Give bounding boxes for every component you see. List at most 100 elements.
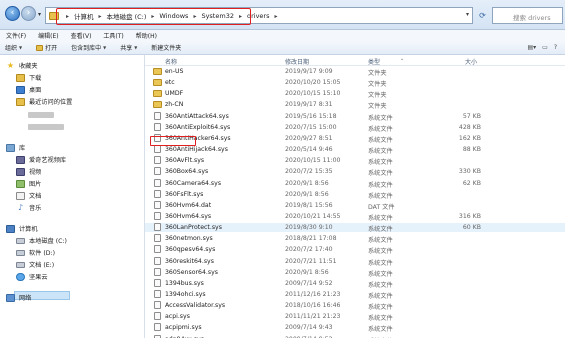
file-row[interactable]: 360Box64.sys 2020/7/2 15:35 系统文件 330 KB xyxy=(145,167,565,177)
file-name: 1394ohci.sys xyxy=(165,291,206,298)
nav-drive-e-label: 文档 (E:) xyxy=(29,262,55,269)
recent-pages-dropdown[interactable]: ▾ xyxy=(38,11,41,18)
file-row[interactable]: zh-CN 2019/9/17 8:31 文件夹 xyxy=(145,100,565,110)
search-input[interactable]: 搜索 drivers xyxy=(492,7,563,24)
new-folder-button[interactable]: 新建文件夹 xyxy=(151,43,181,52)
nav-aiqiyi[interactable]: 爱奇艺视频库 xyxy=(16,155,66,164)
breadcrumb-windows[interactable]: Windows xyxy=(157,12,190,20)
file-type: 系统文件 xyxy=(368,136,393,144)
nav-drive-c[interactable]: 本地磁盘 (C:) xyxy=(16,236,67,245)
address-bar[interactable]: ▸ 计算机 ▸ 本地磁盘 (C:) ▸ Windows ▸ System32 ▸… xyxy=(45,7,473,24)
file-row[interactable]: acpipmi.sys 2009/7/14 9:43 系统文件 xyxy=(145,323,565,333)
menu-file[interactable]: 文件(F) xyxy=(6,31,26,40)
file-row[interactable]: 360reskit64.sys 2020/7/21 11:51 系统文件 xyxy=(145,256,565,267)
column-size[interactable]: 大小 xyxy=(465,57,477,66)
file-icon xyxy=(154,200,161,209)
breadcrumb-computer[interactable]: 计算机 xyxy=(72,11,96,21)
menu-view[interactable]: 查看(V) xyxy=(71,31,92,40)
nav-pictures[interactable]: 图片 xyxy=(16,179,41,188)
file-name: 360AntiExploit64.sys xyxy=(165,123,231,131)
file-size: 162 KB xyxy=(458,134,481,142)
nav-drive-e[interactable]: 文档 (E:) xyxy=(16,260,54,269)
column-date[interactable]: 修改日期 xyxy=(285,57,309,66)
file-row[interactable]: 360Sensor64.sys 2020/9/1 8:56 系统文件 xyxy=(145,267,565,278)
file-date: 2020/10/15 11:00 xyxy=(285,157,341,165)
file-type: 文件夹 xyxy=(368,70,387,77)
nav-network[interactable]: 网络 xyxy=(6,293,31,302)
file-date: 2020/7/15 15:00 xyxy=(285,123,337,131)
help-icon[interactable]: ? xyxy=(554,44,557,51)
breadcrumb-drive-c[interactable]: 本地磁盘 (C:) xyxy=(105,11,149,21)
nav-computer[interactable]: 计算机 xyxy=(6,224,38,233)
file-name: 1394bus.sys xyxy=(165,279,204,287)
breadcrumb-system32[interactable]: System32 xyxy=(199,12,236,20)
file-row[interactable]: 360LanProtect.sys 2019/8/30 9:10 系统文件 60 KB xyxy=(145,223,565,233)
change-view-icon[interactable]: ▤▾ xyxy=(527,44,536,51)
file-row[interactable]: 360AvFlt.sys 2020/10/15 11:00 系统文件 xyxy=(145,156,565,166)
forward-button[interactable]: › xyxy=(21,6,36,21)
include-in-library-button[interactable]: 包含到库中 ▼ xyxy=(71,43,106,52)
file-row[interactable]: 360AntiHacker64.sys 2020/9/27 8:51 系统文件 162… xyxy=(145,133,565,144)
nav-desktop-label: 桌面 xyxy=(29,87,42,94)
file-type: 文件夹 xyxy=(368,81,387,89)
file-type: 系统文件 xyxy=(368,214,393,222)
nav-favorites[interactable]: ★ 收藏夹 xyxy=(6,61,38,70)
nav-videos[interactable]: 视频 xyxy=(16,167,41,176)
file-date: 2019/8/1 15:56 xyxy=(285,201,333,209)
file-icon xyxy=(154,245,161,254)
nav-music[interactable]: ♪ 音乐 xyxy=(16,203,41,212)
file-size: 60 KB xyxy=(462,224,481,232)
file-row[interactable]: AccessValidator.sys 2018/10/16 16:46 系统文件 xyxy=(145,301,565,311)
file-row[interactable]: 360Hvm64.sys 2020/10/21 14:55 系统文件 316 KB xyxy=(145,211,565,222)
nav-recent[interactable]: 最近访问的位置 xyxy=(16,97,72,106)
file-row[interactable]: UMDF 2020/10/15 15:10 文件夹 xyxy=(145,89,565,99)
file-icon xyxy=(154,167,161,176)
refresh-icon[interactable]: ⟳ xyxy=(476,8,489,23)
nav-favorites-label: 收藏夹 xyxy=(19,63,38,70)
menu-help[interactable]: 帮助(H) xyxy=(136,31,157,40)
menu-tools[interactable]: 工具(T) xyxy=(103,31,123,40)
breadcrumb-drivers[interactable]: drivers xyxy=(245,12,272,20)
column-name[interactable]: 名称 xyxy=(165,57,177,66)
file-row[interactable]: 360netmon.sys 2018/8/21 17:08 系统文件 xyxy=(145,234,565,244)
file-date: 2020/10/21 14:55 xyxy=(285,212,341,220)
file-row[interactable]: en-US 2019/9/17 9:09 文件夹 xyxy=(145,67,565,77)
address-history-dropdown[interactable]: ▾ xyxy=(466,11,469,18)
open-label: 打开 xyxy=(45,45,58,52)
share-button[interactable]: 共享 ▼ xyxy=(120,43,137,52)
file-row[interactable]: 360FsFlt.sys 2020/9/1 8:56 系统文件 xyxy=(145,189,565,200)
organize-button[interactable]: 组织 ▼ xyxy=(5,43,22,52)
file-row[interactable]: acpi.sys 2011/11/21 21:23 系统文件 xyxy=(145,312,565,322)
menu-edit[interactable]: 编辑(E) xyxy=(38,31,58,40)
file-row[interactable]: 360Hvm64.dat 2019/8/1 15:56 DAT 文件 xyxy=(145,200,565,211)
column-type[interactable]: 类型 xyxy=(368,57,380,66)
file-row[interactable]: etc 2020/10/20 15:05 文件夹 xyxy=(145,78,565,89)
nav-desktop[interactable]: 桌面 xyxy=(16,85,41,94)
file-row[interactable]: 360AntiExploit64.sys 2020/7/15 15:00 系统文件 4… xyxy=(145,122,565,133)
network-icon xyxy=(6,293,15,302)
file-row[interactable]: 360AntiHijack64.sys 2020/5/14 9:46 系统文件 88 … xyxy=(145,145,565,155)
file-name: UMDF xyxy=(165,90,184,98)
file-type: 系统文件 xyxy=(368,114,393,122)
back-button[interactable]: ‹ xyxy=(5,6,20,21)
nav-documents[interactable]: 文档 xyxy=(16,191,41,200)
file-date: 2020/9/1 8:56 xyxy=(285,190,329,198)
file-row[interactable]: 360qpesv64.sys 2020/7/2 17:40 系统文件 xyxy=(145,245,565,255)
file-date: 2011/12/16 21:23 xyxy=(285,291,341,298)
file-row[interactable]: adp94xx.sys2009/7/14 9:52系统文件 xyxy=(145,334,565,338)
file-row[interactable]: 1394ohci.sys 2011/12/16 21:23 系统文件 xyxy=(145,290,565,300)
new-folder-label: 新建文件夹 xyxy=(151,45,182,52)
preview-pane-icon[interactable]: ▭ xyxy=(542,44,548,51)
open-button[interactable]: 打开 xyxy=(36,43,57,52)
file-type: 系统文件 xyxy=(368,192,393,200)
file-row[interactable]: 360AntiAttack64.sys 2019/5/16 15:18 系统文件 57… xyxy=(145,111,565,122)
nav-drive-d[interactable]: 软件 (D:) xyxy=(16,248,55,257)
nav-libraries[interactable]: 库 xyxy=(6,143,25,152)
nav-downloads[interactable]: 下载 xyxy=(16,73,41,82)
file-row[interactable]: 360Camera64.sys 2020/9/1 8:56 系统文件 62 KB xyxy=(145,178,565,189)
file-icon xyxy=(154,223,161,232)
file-date: 2020/9/27 8:51 xyxy=(285,134,333,142)
nav-cloud[interactable]: 坚果云 xyxy=(16,272,48,281)
file-row[interactable]: 1394bus.sys 2009/7/14 9:52 系统文件 xyxy=(145,278,565,289)
nav-recent-label: 最近访问的位置 xyxy=(29,99,73,106)
